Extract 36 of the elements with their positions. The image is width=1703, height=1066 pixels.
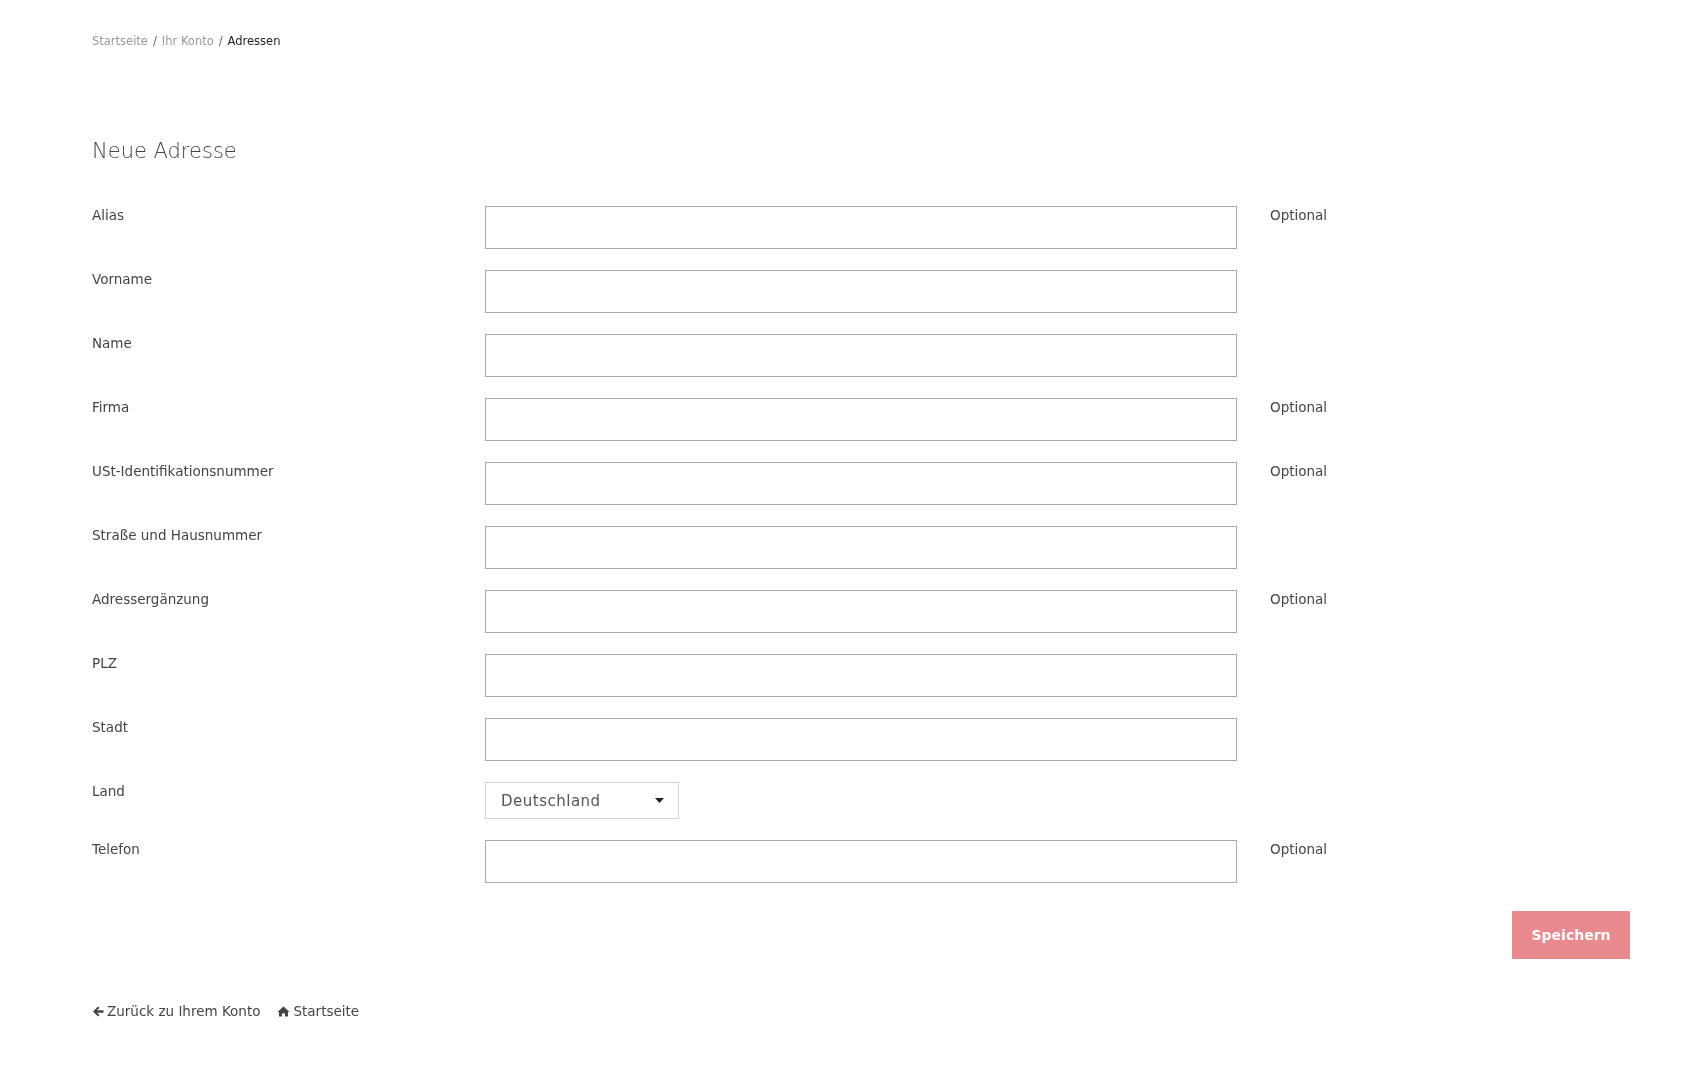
input-field[interactable] [485, 654, 1237, 697]
input-field[interactable] [485, 462, 1237, 505]
breadcrumb-separator: / [152, 34, 157, 48]
input-field[interactable] [485, 840, 1237, 883]
input-field[interactable] [485, 398, 1237, 441]
home-icon [277, 1005, 291, 1017]
field-label: Stadt [92, 718, 129, 735]
field-label: Firma [92, 398, 131, 415]
optional-note: Optional [1270, 206, 1329, 223]
field-label: Adressergänzung [92, 590, 210, 607]
input-field[interactable] [485, 206, 1237, 249]
input-field[interactable] [485, 590, 1237, 633]
optional-note: Optional [1270, 398, 1329, 415]
optional-note: Optional [1270, 840, 1329, 857]
breadcrumb-link[interactable]: Adressen [227, 34, 281, 48]
field-label: Name [92, 334, 133, 351]
input-field[interactable] [485, 718, 1237, 761]
optional-note: Optional [1270, 590, 1329, 607]
country-select[interactable]: Deutschland [485, 782, 679, 819]
field-label: Alias [92, 206, 126, 223]
arrow-left-icon [92, 1005, 104, 1017]
field-label: Land [92, 782, 126, 799]
caret-icon [655, 798, 664, 803]
breadcrumb-separator: / [218, 34, 223, 48]
optional-note: Optional [1270, 462, 1329, 479]
field-label: Vorname [92, 270, 154, 287]
page-title: Neue Adresse [92, 138, 238, 164]
field-label: PLZ [92, 654, 118, 671]
back-link[interactable]: Zurück zu Ihrem Konto [92, 1003, 261, 1019]
field-label: Telefon [92, 840, 141, 857]
field-label: USt-Identifikationsnummer [92, 462, 275, 479]
input-field[interactable] [485, 270, 1237, 313]
input-field[interactable] [485, 526, 1237, 569]
home-link[interactable]: Startseite [277, 1003, 360, 1019]
input-field[interactable] [485, 334, 1237, 377]
field-label: Straße und Hausnummer [92, 526, 264, 543]
